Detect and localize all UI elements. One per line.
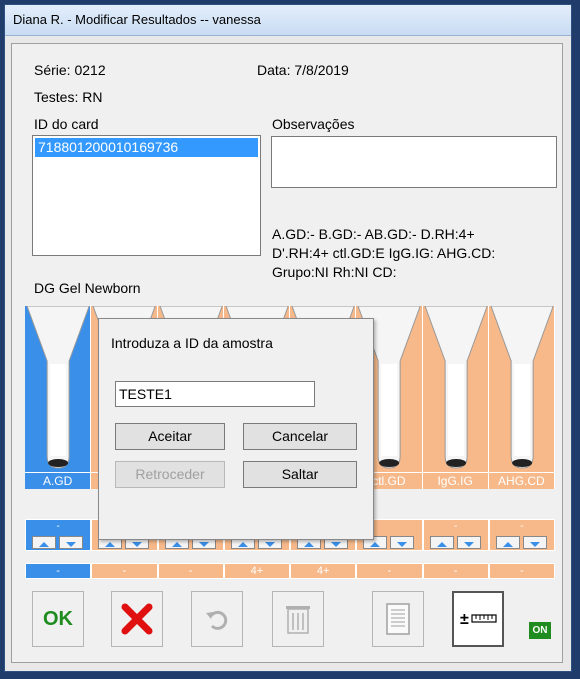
gel-tube[interactable]: AHG.CD bbox=[488, 306, 555, 489]
tube-label: IgG.IG bbox=[422, 472, 488, 489]
result-cell: - bbox=[25, 563, 92, 579]
tube-pellet bbox=[511, 459, 532, 467]
card-id-item[interactable]: 718801200010169736 bbox=[35, 138, 258, 157]
arrow-up-icon bbox=[502, 542, 513, 547]
tube-pellet bbox=[379, 459, 400, 467]
cancel-button[interactable]: Cancelar bbox=[243, 423, 357, 450]
delete-result-button[interactable] bbox=[111, 591, 163, 647]
tube-icon bbox=[490, 306, 554, 469]
arrow-down-icon bbox=[331, 542, 341, 547]
arrow-down-button[interactable] bbox=[522, 536, 547, 549]
arrow-down-icon bbox=[397, 542, 408, 547]
arrow-up-icon bbox=[304, 542, 314, 547]
summary-line-3: Grupo:NI Rh:NI CD: bbox=[272, 264, 397, 280]
arrow-down-button[interactable] bbox=[59, 536, 83, 549]
arrow-up-icon bbox=[436, 542, 447, 547]
window-title: Diana R. - Modificar Resultados -- vanes… bbox=[13, 12, 261, 27]
report-button[interactable] bbox=[372, 591, 424, 647]
accept-button[interactable]: Aceitar bbox=[115, 423, 225, 450]
arrow-down-button[interactable] bbox=[456, 536, 481, 549]
gel-tube[interactable]: A.GD bbox=[25, 306, 92, 489]
result-cell: 4+ bbox=[223, 563, 290, 579]
arrow-up-icon bbox=[370, 542, 381, 547]
card-id-label: ID do card bbox=[34, 116, 99, 132]
data-label: Data: 7/8/2019 bbox=[257, 62, 349, 78]
tube-pellet bbox=[445, 459, 466, 467]
arrow-down-icon bbox=[198, 542, 209, 547]
result-cell: 4+ bbox=[290, 563, 357, 579]
undo-button[interactable] bbox=[191, 591, 243, 647]
arrow-down-icon bbox=[529, 542, 540, 547]
result-cell: - bbox=[157, 563, 224, 579]
observacoes-label: Observações bbox=[272, 116, 355, 132]
tube-pellet bbox=[48, 459, 69, 467]
testes-label: Testes: RN bbox=[34, 89, 103, 105]
tube-icon bbox=[423, 306, 488, 469]
tube-label: A.GD bbox=[25, 472, 91, 489]
control-value: - bbox=[56, 521, 60, 532]
arrow-up-icon bbox=[105, 542, 116, 547]
sample-id-input[interactable] bbox=[115, 381, 315, 407]
tube-icon bbox=[26, 306, 90, 469]
arrow-down-icon bbox=[132, 542, 143, 547]
control-cell: - bbox=[25, 519, 92, 551]
tube-gel bbox=[513, 364, 530, 456]
summary-line-2: D'.RH:4+ ctl.GD:E IgG.IG: AHG.CD: bbox=[272, 245, 496, 261]
result-cell: - bbox=[91, 563, 158, 579]
result-cell: - bbox=[356, 563, 423, 579]
arrow-down-icon bbox=[264, 542, 275, 547]
on-badge: ON bbox=[529, 622, 551, 639]
back-button[interactable]: Retroceder bbox=[115, 461, 225, 488]
tube-gel bbox=[50, 364, 67, 456]
arrow-up-button[interactable] bbox=[32, 536, 56, 549]
arrow-up-icon bbox=[39, 542, 49, 547]
ok-label: OK bbox=[43, 607, 73, 630]
arrow-down-icon bbox=[463, 542, 474, 547]
results-row: - - -4+ 4+ - - - bbox=[25, 563, 555, 579]
ok-button[interactable]: OK bbox=[32, 591, 84, 647]
arrow-down-icon bbox=[66, 542, 76, 547]
tube-label: AHG.CD bbox=[488, 472, 554, 489]
observacoes-field[interactable] bbox=[271, 136, 557, 188]
scale-button[interactable]: ± bbox=[452, 591, 504, 647]
svg-text:±: ± bbox=[460, 611, 469, 628]
control-cell: - bbox=[422, 519, 489, 551]
title-bar[interactable]: Diana R. - Modificar Resultados -- vanes… bbox=[5, 5, 571, 36]
skip-button[interactable]: Saltar bbox=[243, 461, 357, 488]
card-id-list[interactable]: 718801200010169736 bbox=[32, 135, 261, 256]
dialog-prompt: Introduza a ID da amostra bbox=[111, 335, 273, 351]
trash-button[interactable] bbox=[272, 591, 324, 647]
control-value: - bbox=[453, 521, 458, 532]
plus-minus-ruler-icon: ± bbox=[460, 611, 497, 628]
result-cell: - bbox=[422, 563, 489, 579]
card-type-label: DG Gel Newborn bbox=[34, 280, 141, 296]
tube-gel bbox=[447, 364, 464, 456]
arrow-up-icon bbox=[171, 542, 182, 547]
result-cell: - bbox=[488, 563, 555, 579]
gel-tube[interactable]: IgG.IG bbox=[422, 306, 489, 489]
arrow-up-button[interactable] bbox=[429, 536, 454, 549]
trash-icon bbox=[286, 606, 310, 634]
control-cell: - bbox=[488, 519, 555, 551]
arrow-down-button[interactable] bbox=[390, 536, 415, 549]
control-value: - bbox=[520, 521, 524, 532]
tube-gel bbox=[381, 364, 398, 456]
serie-label: Série: 0212 bbox=[34, 62, 106, 78]
undo-icon bbox=[206, 610, 228, 630]
sample-id-dialog: Introduza a ID da amostra Aceitar Cancel… bbox=[98, 318, 374, 540]
arrow-up-button[interactable] bbox=[495, 536, 520, 549]
red-x-icon bbox=[121, 603, 153, 635]
document-icon bbox=[386, 603, 410, 635]
summary-line-1: A.GD:- B.GD:- AB.GD:- D.RH:4+ bbox=[272, 226, 475, 242]
arrow-up-icon bbox=[237, 542, 248, 547]
